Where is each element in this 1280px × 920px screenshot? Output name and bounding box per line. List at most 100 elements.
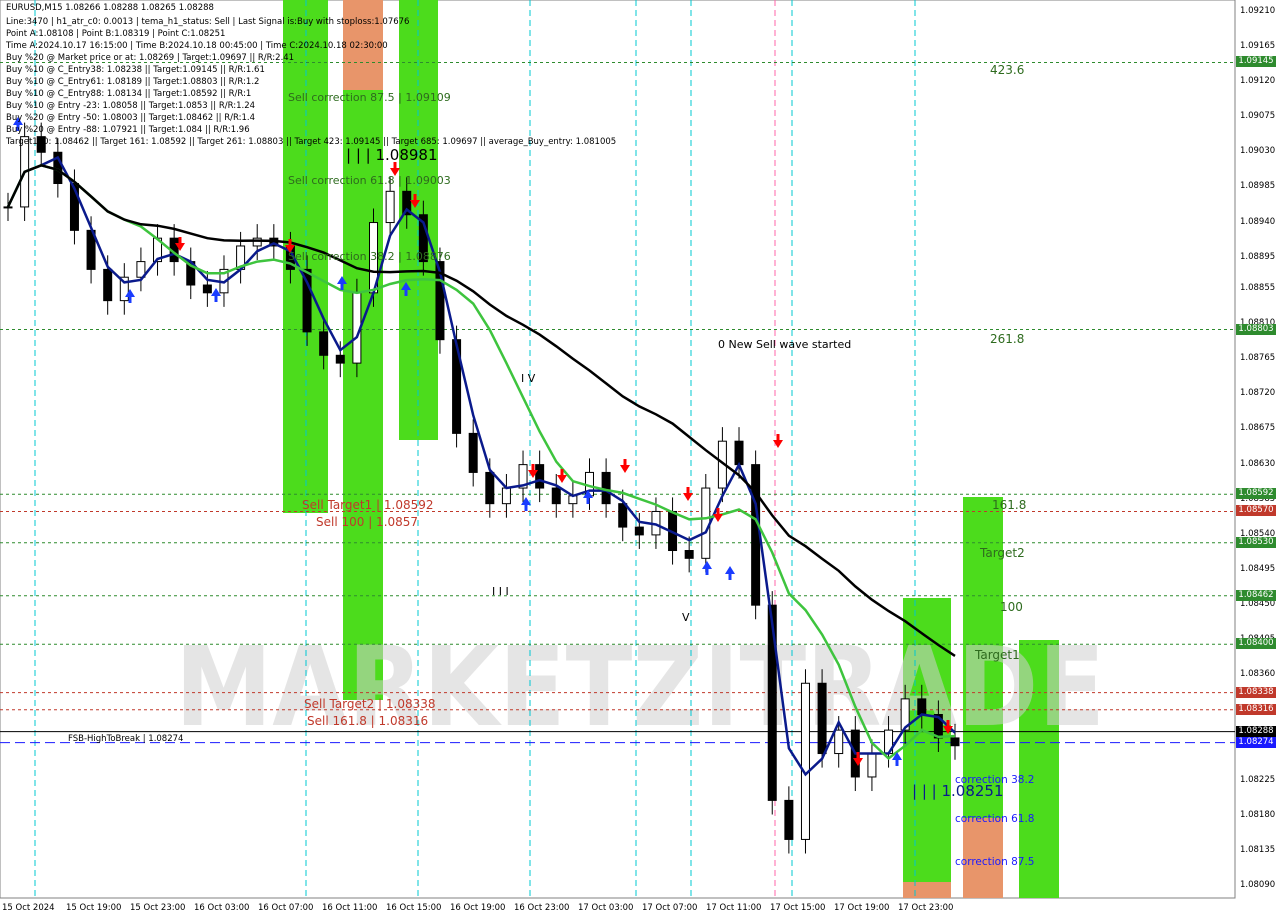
price-tick-label: 1.09210	[1240, 5, 1276, 16]
price-level-box: 1.08400	[1236, 638, 1276, 650]
time-tick-label: 16 Oct 03:00	[194, 903, 250, 913]
candle-body	[817, 682, 827, 755]
correction-87-label: correction 87.5	[955, 856, 1035, 868]
fsb-label: FSB-HighToBreak | 1.08274	[68, 734, 184, 744]
candle-body	[867, 753, 877, 778]
candle-body	[751, 464, 761, 606]
wave-iii-label: I I I	[492, 585, 509, 598]
sell-target-label: Sell Target2 | 1.08338	[304, 697, 436, 711]
price-tick-label: 1.09030	[1240, 146, 1276, 157]
price-tick-label: 1.08765	[1240, 353, 1276, 364]
target-zone	[903, 882, 951, 898]
price-tick-label: 1.09120	[1240, 75, 1276, 86]
sell-level-label: Sell 100 | 1.0857	[316, 515, 419, 529]
level-label-423: 423.6	[990, 63, 1025, 77]
price-tick-label: 1.08720	[1240, 388, 1276, 399]
wave-v-label: V	[682, 611, 690, 624]
time-tick-label: 15 Oct 2024	[2, 903, 55, 913]
price-tick-label: 1.09075	[1240, 111, 1276, 122]
price-level-box: 1.08316	[1236, 703, 1276, 715]
info-line: Time A:2024.10.17 16:15:00 | Time B:2024…	[6, 41, 388, 51]
wave-iv-label: I V	[521, 372, 536, 385]
candle-body	[103, 268, 113, 302]
time-tick-label: 17 Oct 07:00	[642, 903, 698, 913]
info-line: Buy %20 @ Entry -50: 1.08003 || Target:1…	[6, 113, 256, 123]
price-tick-label: 1.08135	[1240, 845, 1276, 856]
price-level-box: 1.08803	[1236, 323, 1276, 335]
candle-body	[535, 464, 545, 489]
time-tick-label: 17 Oct 19:00	[834, 903, 890, 913]
price-level-box: 1.09145	[1236, 56, 1276, 68]
level-label-161: 161.8	[992, 498, 1027, 512]
info-line: Buy %10 @ C_Entry38: 1.08238 || Target:1…	[6, 65, 265, 75]
price-tick-label: 1.09165	[1240, 40, 1276, 51]
info-line: Point A:1.08108 | Point B:1.08319 | Poin…	[6, 29, 226, 39]
info-line: Buy %20 @ Market price or at: 1.08269 | …	[6, 53, 295, 63]
info-line: Target100: 1.08462 || Target 161: 1.0859…	[6, 137, 617, 147]
candle-body	[950, 737, 960, 747]
sell-correction-label: Sell correction 61.8 | 1.09003	[288, 174, 451, 187]
price-level-box: 1.08530	[1236, 536, 1276, 548]
time-tick-label: 15 Oct 23:00	[130, 903, 186, 913]
time-tick-label: 17 Oct 23:00	[898, 903, 954, 913]
correction-38-label: correction 38.2	[955, 774, 1035, 786]
time-tick-label: 16 Oct 07:00	[258, 903, 314, 913]
sell-level-label: Sell 161.8 | 1.08316	[307, 714, 429, 728]
price-tick-label: 1.08495	[1240, 564, 1276, 575]
time-tick-label: 17 Oct 15:00	[770, 903, 826, 913]
target-zone	[343, 0, 383, 700]
level-label-261: 261.8	[990, 332, 1025, 346]
price-tick-label: 1.08940	[1240, 216, 1276, 227]
candle-body	[917, 698, 927, 715]
price-tick-label: 1.08360	[1240, 669, 1276, 680]
time-tick-label: 17 Oct 11:00	[706, 903, 762, 913]
candle-body	[634, 526, 644, 536]
candle-body	[601, 471, 611, 505]
wave-label: 0 New Sell wave started	[718, 338, 852, 351]
candle-body	[767, 604, 777, 801]
price-tick-label: 1.08675	[1240, 423, 1276, 434]
candle-body	[684, 550, 694, 559]
correction-61-label: correction 61.8	[955, 813, 1035, 825]
price-level-box: 1.08462	[1236, 589, 1276, 601]
price-tick-label: 1.08180	[1240, 810, 1276, 820]
candle-body	[784, 799, 794, 840]
price-tick-label: 1.08895	[1240, 251, 1276, 262]
candle-body	[202, 284, 212, 294]
sell-correction-label: Sell correction 87.5 | 1.09109	[288, 91, 451, 104]
candle-body	[800, 682, 810, 840]
symbol-line: EURUSD,M15 1.08266 1.08288 1.08265 1.082…	[6, 3, 214, 13]
info-line: Buy %10 @ Entry -23: 1.08058 || Target:1…	[6, 101, 256, 111]
candle-body	[252, 237, 262, 247]
candle-body	[618, 503, 628, 528]
level-label-target1: Target1	[975, 648, 1020, 662]
price-tick-label: 1.08855	[1240, 282, 1276, 293]
time-tick-label: 16 Oct 23:00	[514, 903, 570, 913]
candle-body	[468, 432, 478, 473]
price-tick-label: 1.08225	[1240, 774, 1276, 785]
price-level-box: 1.08274	[1236, 736, 1276, 748]
price-tick-label: 1.08090	[1240, 880, 1276, 891]
price-level-box: 1.08338	[1236, 686, 1276, 698]
price-tick-label: 1.08985	[1240, 181, 1276, 192]
time-tick-label: 15 Oct 19:00	[66, 903, 122, 913]
level-label-100: 100	[1000, 600, 1023, 614]
candle-body	[551, 487, 561, 505]
candle-body	[335, 354, 345, 364]
candle-body	[734, 440, 744, 466]
candle-body	[319, 331, 329, 356]
point-high-label: | | | 1.08981	[346, 146, 438, 164]
candle-body	[385, 190, 395, 224]
time-tick-label: 17 Oct 03:00	[578, 903, 634, 913]
candle-body	[485, 471, 495, 505]
candle-body	[3, 206, 13, 209]
level-label-target2: Target2	[980, 546, 1025, 560]
candle-body	[834, 729, 844, 755]
info-line: Line:3470 | h1_atr_c0: 0.0013 | tema_h1_…	[6, 17, 410, 27]
price-level-box: 1.08288	[1236, 725, 1276, 737]
sell-target-label: Sell Target1 | 1.08592	[302, 498, 434, 512]
price-tick-label: 1.08630	[1240, 458, 1276, 469]
info-line: Buy %10 @ C_Entry61: 1.08189 || Target:1…	[6, 77, 260, 87]
time-tick-label: 16 Oct 11:00	[322, 903, 378, 913]
price-level-box: 1.08592	[1236, 488, 1276, 500]
